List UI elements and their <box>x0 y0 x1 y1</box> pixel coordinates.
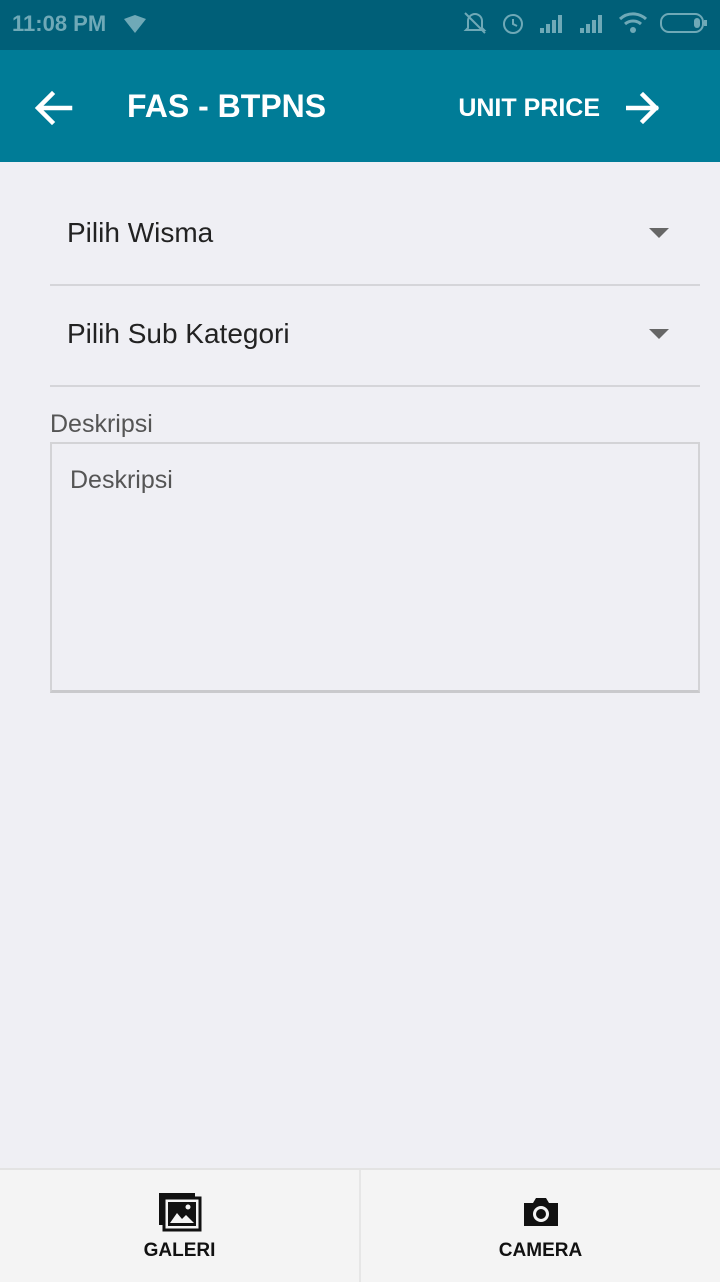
deskripsi-label: Deskripsi <box>50 410 153 438</box>
galeri-label: GALERI <box>143 1240 216 1261</box>
status-bar: 11:08 PM <box>0 0 720 50</box>
signal-icon-2 <box>578 12 606 39</box>
page-title: FAS - BTPNS <box>127 88 327 124</box>
dropdown-caret-icon <box>649 329 669 339</box>
wisma-select-value: Pilih Wisma <box>67 217 214 248</box>
camera-label: CAMERA <box>498 1240 583 1261</box>
deskripsi-input[interactable] <box>52 444 698 690</box>
notification-icon <box>122 13 148 40</box>
wisma-select[interactable]: Pilih Wisma <box>50 184 700 286</box>
status-time: 11:08 PM <box>12 11 107 36</box>
dropdown-caret-icon <box>649 228 669 238</box>
app-bar: FAS - BTPNS UNIT PRICE <box>0 50 720 162</box>
unit-price-label: UNIT PRICE <box>458 93 600 122</box>
mute-icon <box>462 10 488 41</box>
arrow-right-icon <box>626 91 660 125</box>
sub-kategori-select[interactable]: Pilih Sub Kategori <box>50 285 700 387</box>
camera-button[interactable]: CAMERA <box>361 1170 720 1282</box>
gallery-icon <box>157 1190 203 1234</box>
bottom-bar: GALERI CAMERA <box>0 1168 720 1282</box>
camera-icon <box>518 1190 564 1234</box>
back-button[interactable] <box>30 86 78 130</box>
status-icons <box>462 10 708 40</box>
signal-icon <box>538 12 566 39</box>
battery-icon <box>660 12 708 39</box>
sub-kategori-select-value: Pilih Sub Kategori <box>67 318 290 349</box>
unit-price-button[interactable]: UNIT PRICE <box>458 86 660 130</box>
wifi-icon <box>618 11 648 40</box>
alarm-icon <box>500 10 526 41</box>
deskripsi-box <box>50 442 700 693</box>
galeri-button[interactable]: GALERI <box>0 1170 359 1282</box>
arrow-left-icon <box>34 90 73 126</box>
